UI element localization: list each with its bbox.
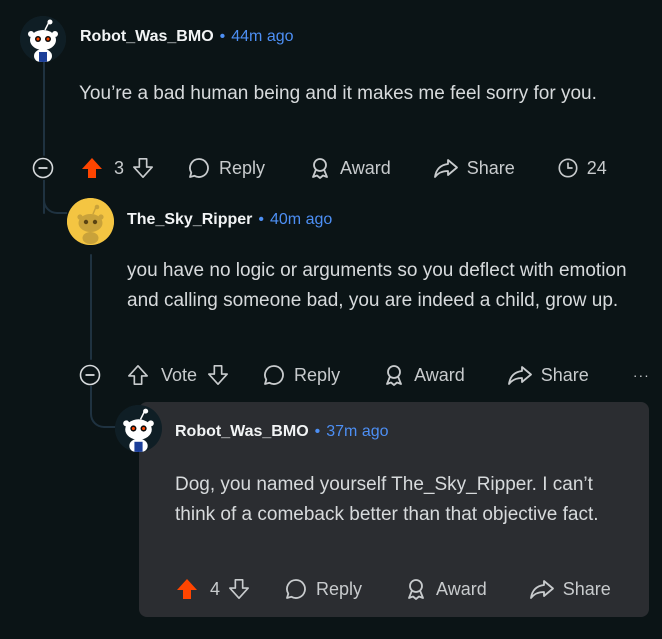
- share-button[interactable]: Share: [433, 156, 515, 180]
- share-button[interactable]: Share: [507, 363, 589, 387]
- award-button[interactable]: Award: [382, 363, 465, 387]
- thread-line: [43, 60, 45, 156]
- reply-label: Reply: [316, 578, 363, 599]
- snoo-avatar-icon: [67, 198, 114, 245]
- collapse-thread-icon[interactable]: [32, 157, 54, 179]
- share-label: Share: [540, 364, 589, 385]
- more-options-icon[interactable]: ···: [633, 367, 650, 383]
- share-button[interactable]: Share: [529, 577, 611, 601]
- share-arrow-icon: [507, 366, 532, 385]
- thread-branch: [43, 180, 67, 214]
- award-button[interactable]: Award: [308, 156, 391, 180]
- thread-line: [90, 254, 92, 360]
- upvote-icon[interactable]: [127, 364, 149, 386]
- reply-label: Reply: [219, 157, 266, 178]
- downvote-icon[interactable]: [132, 157, 154, 179]
- comment-author[interactable]: The_Sky_Ripper: [127, 211, 252, 229]
- avatar[interactable]: [20, 16, 66, 62]
- share-arrow-icon: [433, 159, 458, 178]
- avatar[interactable]: [67, 198, 114, 245]
- vote-score: 4: [210, 578, 221, 599]
- comment-body: you have no logic or arguments so you de…: [127, 260, 627, 311]
- award-button[interactable]: Award: [404, 577, 487, 601]
- comment-body: You’re a bad human being and it makes me…: [79, 83, 597, 104]
- comment-actions: Vote Reply Award Share ···: [127, 359, 657, 391]
- chat-bubble-icon: [264, 365, 284, 385]
- reply-label: Reply: [294, 364, 341, 385]
- reply-button[interactable]: Reply: [187, 156, 265, 180]
- comment-meta: Robot_Was_BMO • 44m ago: [80, 28, 294, 46]
- share-label: Share: [562, 578, 611, 599]
- comment-body: Dog, you named yourself The_Sky_Ripper. …: [175, 474, 599, 525]
- meta-separator: •: [219, 28, 226, 45]
- award-icon: [386, 365, 402, 386]
- comment-timestamp[interactable]: 40m ago: [270, 211, 332, 229]
- award-icon: [408, 579, 424, 600]
- share-label: Share: [466, 157, 515, 178]
- avatar[interactable]: [115, 405, 162, 452]
- chat-bubble-icon: [286, 579, 306, 599]
- meta-separator: •: [258, 211, 264, 228]
- snoo-avatar-icon: [20, 16, 66, 62]
- awards-count: 24: [586, 157, 607, 178]
- comment-author[interactable]: Robot_Was_BMO: [80, 28, 214, 46]
- meta-separator: •: [314, 423, 321, 440]
- snoo-avatar-icon: [115, 405, 162, 452]
- upvote-icon[interactable]: [80, 156, 104, 180]
- collapse-thread-icon[interactable]: [79, 364, 101, 386]
- clock-icon: [558, 158, 578, 178]
- award-label: Award: [414, 364, 465, 385]
- comment-actions: 4 Reply Award Share: [175, 573, 650, 605]
- comment-meta: Robot_Was_BMO • 37m ago: [175, 423, 389, 441]
- vote-score: 3: [114, 157, 125, 178]
- award-icon: [312, 158, 328, 179]
- reply-button[interactable]: Reply: [284, 577, 362, 601]
- upvote-icon[interactable]: [175, 577, 199, 601]
- comment-meta: The_Sky_Ripper • 40m ago: [127, 211, 332, 229]
- chat-bubble-icon: [189, 158, 209, 178]
- downvote-icon[interactable]: [228, 578, 250, 600]
- award-label: Award: [340, 157, 391, 178]
- awards-count-button[interactable]: 24: [557, 157, 607, 179]
- comment-timestamp[interactable]: 37m ago: [326, 423, 388, 441]
- share-arrow-icon: [529, 580, 554, 599]
- downvote-icon[interactable]: [207, 364, 229, 386]
- comment-actions: 3 Reply Award Share 24: [80, 152, 662, 184]
- comment-timestamp[interactable]: 44m ago: [231, 28, 293, 46]
- award-label: Award: [436, 578, 487, 599]
- reply-button[interactable]: Reply: [262, 363, 340, 387]
- comment-author[interactable]: Robot_Was_BMO: [175, 423, 309, 441]
- vote-label: Vote: [161, 364, 198, 385]
